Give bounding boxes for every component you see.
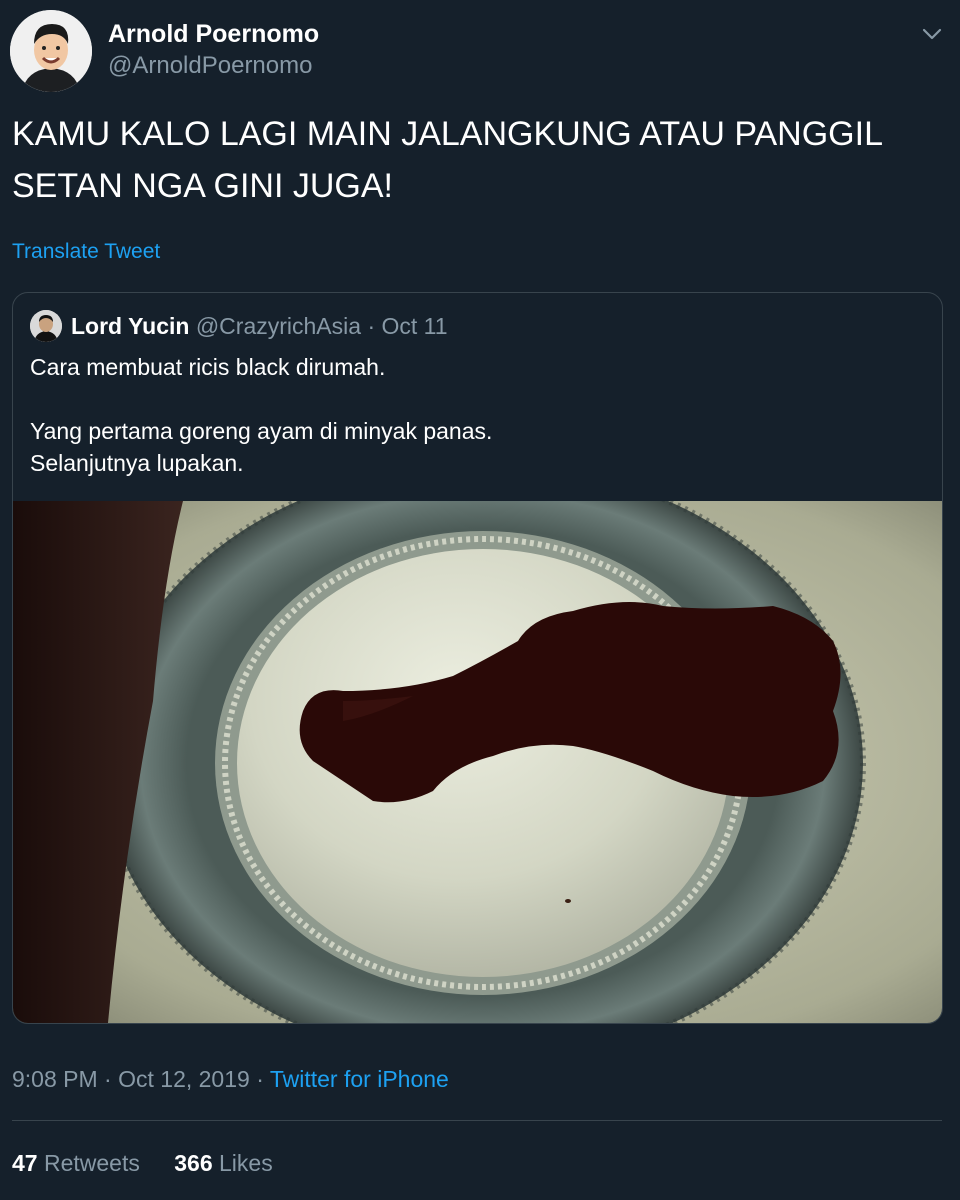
author-handle[interactable]: @ArnoldPoernomo: [108, 52, 312, 80]
retweets-label: Retweets: [43, 1150, 140, 1176]
avatar-image: [10, 10, 92, 92]
tweet-meta: 9:08 PM · Oct 12, 2019 · Twitter for iPh…: [12, 1066, 449, 1093]
quoted-tweet[interactable]: Lord Yucin @CrazyrichAsia · Oct 11 Cara …: [12, 292, 943, 1024]
author-avatar[interactable]: [10, 10, 92, 92]
quoted-author-name: Lord Yucin: [71, 313, 190, 339]
quoted-date: Oct 11: [381, 313, 448, 339]
author-name[interactable]: Arnold Poernomo: [108, 20, 319, 49]
tweet-source-link[interactable]: Twitter for iPhone: [270, 1066, 449, 1092]
translate-tweet-link[interactable]: Translate Tweet: [12, 240, 160, 264]
retweets-stat[interactable]: 47 Retweets: [12, 1150, 146, 1176]
quoted-text-line: Selanjutnya lupakan.: [30, 450, 244, 476]
chevron-down-icon[interactable]: [918, 20, 946, 48]
likes-label: Likes: [219, 1150, 273, 1176]
retweets-count: 47: [12, 1150, 38, 1176]
quoted-author-avatar: [30, 310, 62, 342]
meta-separator: ·: [104, 1066, 112, 1092]
likes-count: 366: [174, 1150, 213, 1176]
quoted-separator: ·: [367, 313, 376, 339]
meta-separator: ·: [256, 1066, 264, 1092]
quoted-text-line: Cara membuat ricis black dirumah.: [30, 354, 386, 380]
tweet-stats: 47 Retweets 366 Likes: [12, 1150, 301, 1177]
likes-stat[interactable]: 366 Likes: [174, 1150, 272, 1176]
divider: [12, 1120, 942, 1121]
tweet-time[interactable]: 9:08 PM: [12, 1066, 98, 1092]
quoted-header: Lord Yucin @CrazyrichAsia · Oct 11: [71, 313, 448, 340]
quoted-text-line: Yang pertama goreng ayam di minyak panas…: [30, 418, 493, 444]
quoted-text: Cara membuat ricis black dirumah. Yang p…: [30, 351, 920, 479]
tweet-date[interactable]: Oct 12, 2019: [118, 1066, 250, 1092]
tweet-text: KAMU KALO LAGI MAIN JALANGKUNG ATAU PANG…: [12, 115, 882, 205]
quoted-author-handle: @CrazyrichAsia: [195, 313, 362, 339]
quoted-media-photo[interactable]: [13, 501, 942, 1023]
